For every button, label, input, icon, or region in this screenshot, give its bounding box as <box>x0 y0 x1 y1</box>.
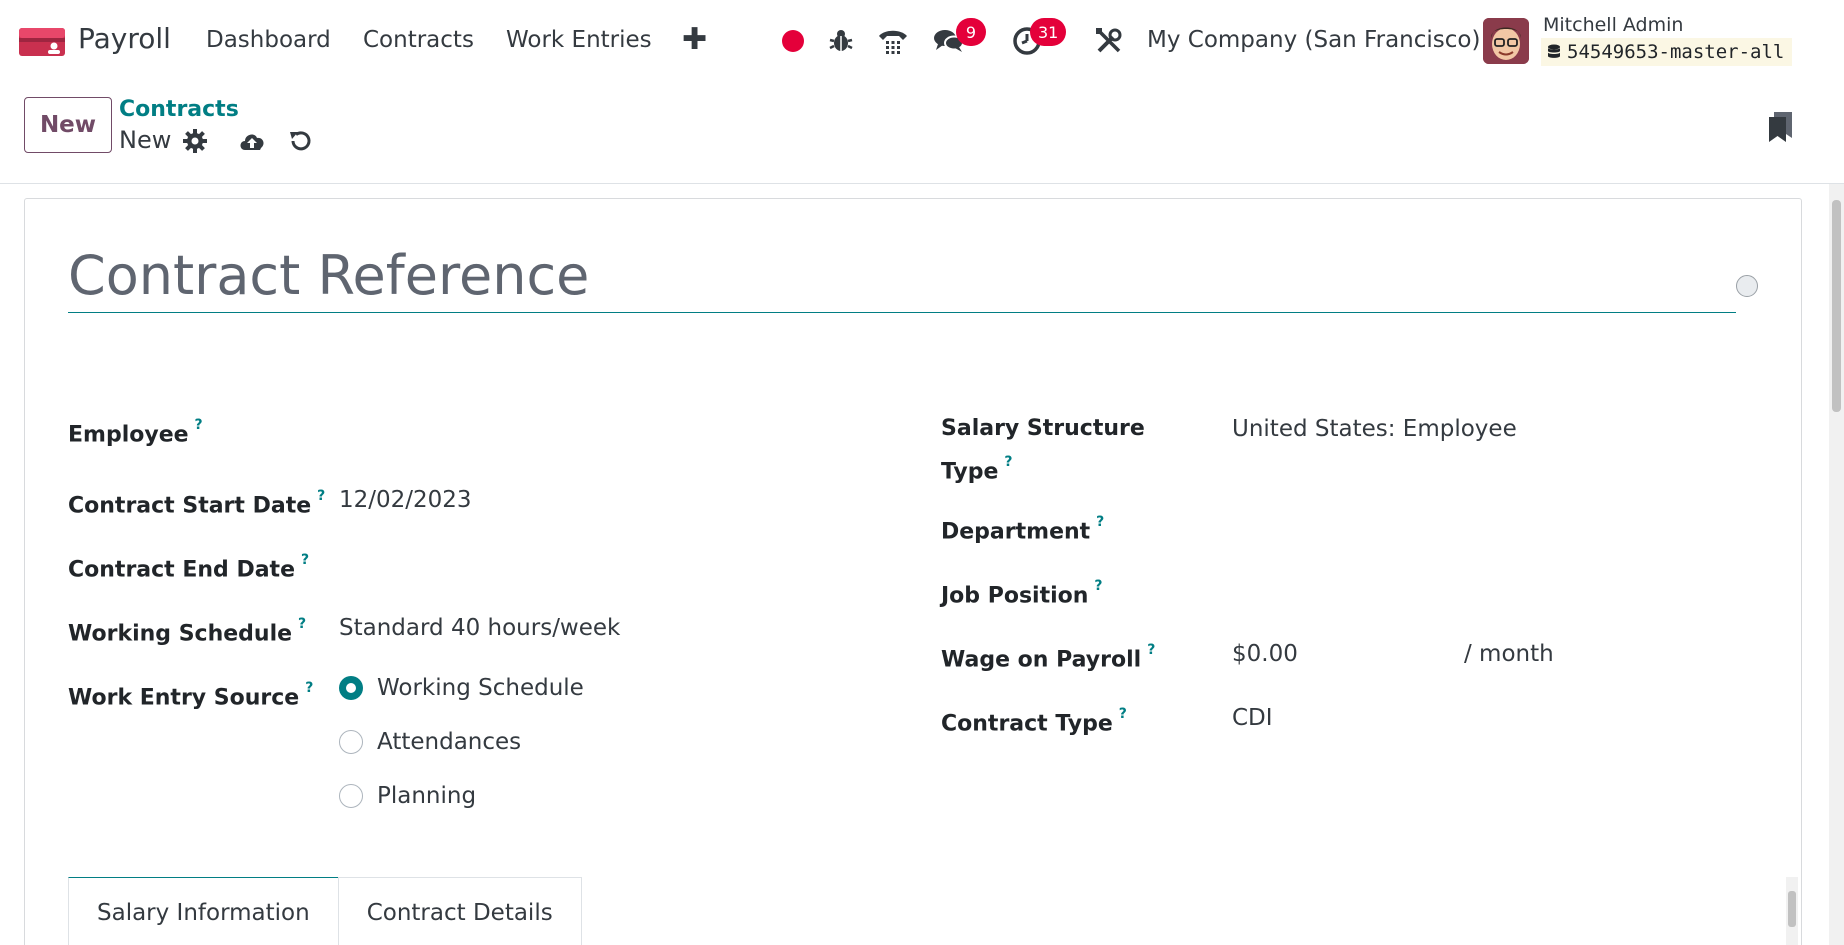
help-icon[interactable]: ? <box>298 616 306 632</box>
contract-end-date-label: Contract End Date? <box>68 552 310 583</box>
breadcrumb-contracts[interactable]: Contracts <box>119 97 239 122</box>
user-name[interactable]: Mitchell Admin <box>1543 14 1683 36</box>
department-label: Department? <box>941 514 1105 545</box>
form-tabs: Salary Information Contract Details <box>68 877 582 945</box>
department-field[interactable] <box>1232 508 1732 544</box>
radio-label: Planning <box>377 783 477 809</box>
company-switcher[interactable]: My Company (San Francisco) <box>1147 27 1480 53</box>
contract-form-sheet: Employee? Contract Start Date? 12/02/202… <box>24 198 1802 945</box>
radio-label: Attendances <box>377 729 522 755</box>
radio-button-checked[interactable] <box>339 676 363 700</box>
contract-reference-input[interactable] <box>68 239 1736 311</box>
working-schedule-label: Working Schedule? <box>68 616 307 647</box>
menu-work-entries[interactable]: Work Entries <box>506 27 652 53</box>
control-panel: New Contracts New <box>0 82 1844 184</box>
help-icon[interactable]: ? <box>301 552 309 568</box>
wage-field[interactable]: $0.00 <box>1232 636 1452 672</box>
database-icon <box>1548 44 1560 58</box>
help-icon[interactable]: ? <box>1004 454 1012 470</box>
menu-contracts[interactable]: Contracts <box>363 27 474 53</box>
payroll-app-icon[interactable] <box>19 26 65 58</box>
contract-reference-wrapper <box>68 239 1736 313</box>
bookmark-icon[interactable] <box>1766 110 1796 144</box>
employee-label: Employee? <box>68 417 203 448</box>
wage-unit: / month <box>1464 641 1554 667</box>
gear-icon[interactable] <box>180 126 210 156</box>
radio-button[interactable] <box>339 784 363 808</box>
contract-end-date-field[interactable] <box>339 546 859 582</box>
contract-start-date-field[interactable]: 12/02/2023 <box>339 482 859 518</box>
radio-working-schedule[interactable]: Working Schedule <box>339 675 584 701</box>
working-schedule-field[interactable]: Standard 40 hours/week <box>339 610 859 646</box>
work-entry-source-label: Work Entry Source? <box>68 680 314 711</box>
help-icon[interactable]: ? <box>1119 706 1127 722</box>
contract-start-date-label: Contract Start Date? <box>68 488 326 519</box>
messages-badge: 9 <box>956 18 986 46</box>
help-icon[interactable]: ? <box>305 680 313 696</box>
job-position-field[interactable] <box>1232 572 1732 608</box>
top-navbar: Payroll Dashboard Contracts Work Entries… <box>0 0 1844 82</box>
contract-type-field[interactable]: CDI <box>1232 700 1732 736</box>
help-icon[interactable]: ? <box>1094 578 1102 594</box>
tab-contract-details[interactable]: Contract Details <box>337 877 582 945</box>
plus-icon[interactable]: ✚ <box>682 22 707 57</box>
help-icon[interactable]: ? <box>1147 642 1155 658</box>
salary-structure-type-field[interactable]: United States: Employee <box>1232 411 1732 447</box>
page-scrollbar-thumb[interactable] <box>1832 200 1841 412</box>
radio-button[interactable] <box>339 730 363 754</box>
activities-badge: 31 <box>1030 18 1067 46</box>
record-icon[interactable] <box>782 30 804 52</box>
discard-icon[interactable] <box>285 126 315 156</box>
radio-attendances[interactable]: Attendances <box>339 729 521 755</box>
employee-field[interactable] <box>339 411 859 447</box>
salary-structure-type-label: Salary Structure <box>941 416 1145 441</box>
tab-salary-information[interactable]: Salary Information <box>68 877 339 945</box>
help-icon[interactable]: ? <box>1096 514 1104 530</box>
database-indicator: 54549653-master-all <box>1541 38 1793 66</box>
cloud-upload-icon[interactable] <box>237 126 267 156</box>
app-name[interactable]: Payroll <box>78 22 171 55</box>
wage-on-payroll-label: Wage on Payroll? <box>941 642 1156 673</box>
salary-structure-type-label-line2: Type? <box>941 454 1013 485</box>
database-name: 54549653-master-all <box>1567 41 1785 63</box>
phone-icon[interactable] <box>876 24 910 58</box>
help-icon[interactable]: ? <box>317 488 325 504</box>
page-scrollbar[interactable] <box>1829 184 1844 945</box>
radio-label: Working Schedule <box>377 675 584 701</box>
job-position-label: Job Position? <box>941 578 1103 609</box>
help-icon[interactable]: ? <box>195 417 203 433</box>
user-avatar[interactable] <box>1483 18 1529 64</box>
bug-icon[interactable] <box>824 24 858 58</box>
inner-scrollbar[interactable] <box>1786 877 1798 945</box>
contract-type-label: Contract Type? <box>941 706 1127 737</box>
new-button[interactable]: New <box>24 97 112 153</box>
settings-tools-icon[interactable] <box>1092 24 1126 58</box>
status-indicator[interactable] <box>1736 275 1758 297</box>
menu-dashboard[interactable]: Dashboard <box>206 27 331 53</box>
radio-planning[interactable]: Planning <box>339 783 476 809</box>
inner-scrollbar-thumb[interactable] <box>1788 891 1796 927</box>
breadcrumb-current: New <box>119 126 172 154</box>
